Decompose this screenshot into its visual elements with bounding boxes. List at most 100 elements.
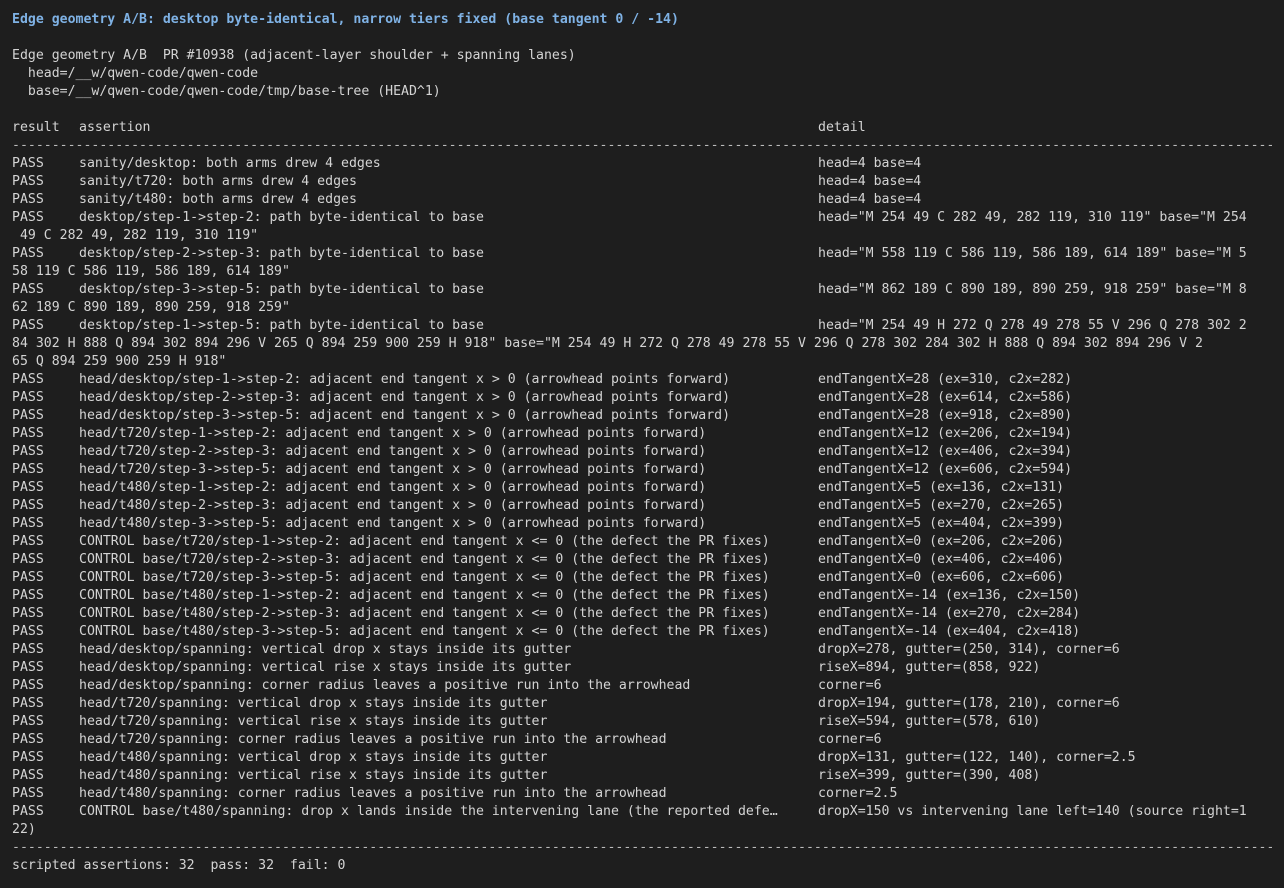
row-detail-wrap: 62 189 C 890 189, 890 259, 918 259"	[12, 300, 290, 315]
row-assertion: CONTROL base/t480/step-2->step-3: adjace…	[79, 606, 770, 621]
row-assertion: head/desktop/step-3->step-5: adjacent en…	[79, 408, 731, 423]
row-detail: dropX=131, gutter=(122, 140), corner=2.5	[818, 750, 1136, 765]
row-detail: corner=6	[818, 732, 882, 747]
table-row: PASS head/desktop/spanning: vertical rise…	[12, 659, 1272, 677]
row-result: PASS	[12, 750, 44, 765]
row-result: PASS	[12, 786, 44, 801]
row-detail-wrap: 58 119 C 586 119, 586 189, 614 189"	[12, 264, 290, 279]
row-assertion: CONTROL base/t720/step-1->step-2: adjace…	[79, 534, 770, 549]
table-row: PASS head/t720/spanning: vertical rise x …	[12, 713, 1272, 731]
row-detail: endTangentX=-14 (ex=404, c2x=418)	[818, 624, 1081, 639]
row-detail-wrap: 65 Q 894 259 900 259 H 918"	[12, 354, 227, 369]
row-detail: corner=6	[818, 678, 882, 693]
meta-head-path: head=/__w/qwen-code/qwen-code	[12, 66, 259, 81]
table-row: PASS CONTROL base/t720/step-3->step-5: ad…	[12, 569, 1272, 587]
row-result: PASS	[12, 570, 44, 585]
row-result: PASS	[12, 588, 44, 603]
row-result: PASS	[12, 498, 44, 513]
row-result: PASS	[12, 192, 44, 207]
row-detail: endTangentX=-14 (ex=270, c2x=284)	[818, 606, 1081, 621]
meta-pr-line: Edge geometry A/B PR #10938 (adjacent-la…	[12, 48, 576, 63]
table-row: PASS desktop/step-3->step-5: path byte-id…	[12, 281, 1272, 317]
table-row: PASS desktop/step-1->step-5: path byte-id…	[12, 317, 1272, 371]
row-assertion: sanity/t480: both arms drew 4 edges	[79, 192, 357, 207]
table-row: PASS head/desktop/spanning: vertical drop…	[12, 641, 1272, 659]
row-assertion: CONTROL base/t480/spanning: drop x lands…	[79, 804, 778, 819]
row-detail: riseX=594, gutter=(578, 610)	[818, 714, 1041, 729]
row-result: PASS	[12, 408, 44, 423]
table-row: PASS CONTROL base/t480/step-2->step-3: ad…	[12, 605, 1272, 623]
table-row: PASS head/t720/step-3->step-5: adjacent e…	[12, 461, 1272, 479]
row-detail: head="M 254 49 H 272 Q 278 49 278 55 V 2…	[818, 318, 1247, 333]
row-assertion: CONTROL base/t720/step-2->step-3: adjace…	[79, 552, 770, 567]
table-row: PASS sanity/desktop: both arms drew 4 edg…	[12, 155, 1272, 173]
row-result: PASS	[12, 246, 44, 261]
table-row: PASS head/t480/spanning: vertical drop x …	[12, 749, 1272, 767]
table-row: PASS head/t480/step-3->step-5: adjacent e…	[12, 515, 1272, 533]
table-row: PASS CONTROL base/t480/spanning: drop x l…	[12, 803, 1272, 839]
row-assertion: head/t720/step-2->step-3: adjacent end t…	[79, 444, 707, 459]
table-row: PASS CONTROL base/t480/step-1->step-2: ad…	[12, 587, 1272, 605]
table-row: PASS head/t720/step-1->step-2: adjacent e…	[12, 425, 1272, 443]
row-result: PASS	[12, 210, 44, 225]
table-row: PASS head/t720/spanning: vertical drop x …	[12, 695, 1272, 713]
row-assertion: head/t720/step-1->step-2: adjacent end t…	[79, 426, 707, 441]
row-detail: head="M 862 189 C 890 189, 890 259, 918 …	[818, 282, 1247, 297]
row-result: PASS	[12, 174, 44, 189]
header-assertion: assertion	[79, 120, 151, 135]
row-assertion: head/t480/spanning: corner radius leaves…	[79, 786, 667, 801]
row-detail: endTangentX=-14 (ex=136, c2x=150)	[818, 588, 1081, 603]
row-assertion: CONTROL base/t720/step-3->step-5: adjace…	[79, 570, 770, 585]
row-assertion: head/t720/spanning: vertical rise x stay…	[79, 714, 548, 729]
table-row: PASS head/t720/step-2->step-3: adjacent e…	[12, 443, 1272, 461]
row-result: PASS	[12, 768, 44, 783]
row-assertion: desktop/step-1->step-2: path byte-identi…	[79, 210, 484, 225]
row-detail: riseX=894, gutter=(858, 922)	[818, 660, 1041, 675]
table-row: PASS desktop/step-2->step-3: path byte-id…	[12, 245, 1272, 281]
row-result: PASS	[12, 444, 44, 459]
row-result: PASS	[12, 156, 44, 171]
row-result: PASS	[12, 462, 44, 477]
meta-base-path: base=/__w/qwen-code/qwen-code/tmp/base-t…	[12, 84, 441, 99]
row-assertion: head/t720/step-3->step-5: adjacent end t…	[79, 462, 707, 477]
row-assertion: CONTROL base/t480/step-1->step-2: adjace…	[79, 588, 770, 603]
row-result: PASS	[12, 534, 44, 549]
row-detail: endTangentX=28 (ex=614, c2x=586)	[818, 390, 1073, 405]
row-assertion: head/desktop/spanning: corner radius lea…	[79, 678, 691, 693]
row-assertion: head/desktop/spanning: vertical rise x s…	[79, 660, 572, 675]
row-detail: head="M 254 49 C 282 49, 282 119, 310 11…	[818, 210, 1247, 225]
row-result: PASS	[12, 606, 44, 621]
header-result: result	[12, 120, 60, 135]
table-row: PASS desktop/step-1->step-2: path byte-id…	[12, 209, 1272, 245]
row-result: PASS	[12, 480, 44, 495]
assertion-table: PASS sanity/desktop: both arms drew 4 edg…	[12, 155, 1272, 839]
header-detail: detail	[818, 120, 866, 135]
row-result: PASS	[12, 732, 44, 747]
table-row: PASS sanity/t720: both arms drew 4 edges h…	[12, 173, 1272, 191]
row-detail: head=4 base=4	[818, 174, 922, 189]
row-detail: corner=2.5	[818, 786, 898, 801]
table-row: PASS sanity/t480: both arms drew 4 edges h…	[12, 191, 1272, 209]
table-header: result assertion detail	[12, 119, 1272, 137]
row-result: PASS	[12, 390, 44, 405]
row-detail: riseX=399, gutter=(390, 408)	[818, 768, 1041, 783]
row-detail: head=4 base=4	[818, 192, 922, 207]
table-row: PASS head/desktop/step-1->step-2: adjacen…	[12, 371, 1272, 389]
table-row: PASS head/desktop/step-3->step-5: adjacen…	[12, 407, 1272, 425]
table-row: PASS head/desktop/step-2->step-3: adjacen…	[12, 389, 1272, 407]
table-row: PASS CONTROL base/t480/step-3->step-5: ad…	[12, 623, 1272, 641]
row-detail-wrap: 49 C 282 49, 282 119, 310 119"	[12, 228, 259, 243]
row-result: PASS	[12, 696, 44, 711]
row-assertion: head/desktop/spanning: vertical drop x s…	[79, 642, 572, 657]
row-result: PASS	[12, 624, 44, 639]
row-detail: endTangentX=5 (ex=404, c2x=399)	[818, 516, 1065, 531]
row-result: PASS	[12, 804, 44, 819]
row-detail: endTangentX=5 (ex=136, c2x=131)	[818, 480, 1065, 495]
table-row: PASS head/t480/spanning: corner radius le…	[12, 785, 1272, 803]
row-assertion: head/t720/spanning: corner radius leaves…	[79, 732, 667, 747]
table-row: PASS CONTROL base/t720/step-1->step-2: ad…	[12, 533, 1272, 551]
row-assertion: head/t480/step-2->step-3: adjacent end t…	[79, 498, 707, 513]
row-result: PASS	[12, 282, 44, 297]
table-row: PASS CONTROL base/t720/step-2->step-3: ad…	[12, 551, 1272, 569]
